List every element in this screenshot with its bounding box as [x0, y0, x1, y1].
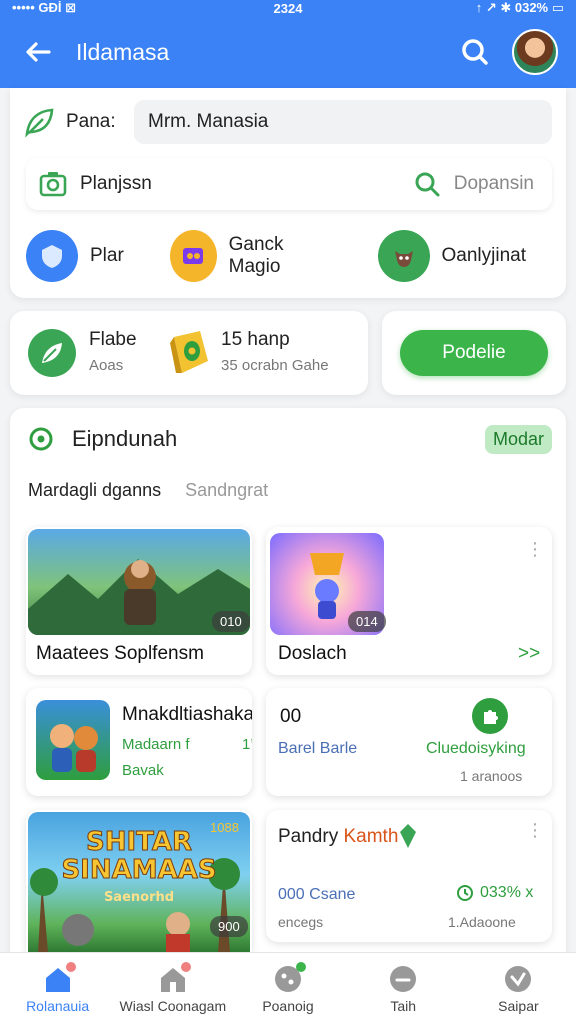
place-label: Planjssn	[80, 173, 152, 194]
place-action-label: Dopansin	[453, 173, 534, 194]
gem-icon	[169, 230, 217, 282]
category-label: Oanlyjinat	[441, 245, 527, 266]
category-row: Plar Ganck Magio Oanlyjinat	[26, 228, 552, 284]
more-icon[interactable]: ⋮	[526, 539, 544, 560]
place-action[interactable]: Dopansin	[412, 169, 534, 199]
promo-detail: 35 ocrabn Gahe	[221, 357, 329, 374]
search-button[interactable]	[458, 35, 492, 69]
search-icon	[415, 172, 440, 197]
nav-label: Poanoig	[262, 997, 314, 1014]
category-item[interactable]: Oanlyjinat	[377, 230, 527, 282]
search-icon	[462, 39, 488, 65]
bottom-nav: Rolanauia Wiasl Coonagam Poanoig Taih Sa…	[0, 952, 576, 1024]
name-label: Pana:	[66, 111, 116, 132]
tile-subtitle: 000 Csane	[278, 886, 356, 903]
tile-title-a: Pandry	[278, 826, 339, 847]
status-time: 2324	[273, 0, 303, 16]
game-thumbnail	[36, 700, 110, 780]
tile-meta: 1 aranoos	[460, 768, 523, 784]
tile-title: 00	[280, 706, 302, 727]
nav-label: Rolanauia	[26, 997, 90, 1014]
play-button[interactable]: Podelie	[400, 330, 548, 376]
game-tile[interactable]: Pandry Kamth ⋮ 000 Csane 033% x encegs 1…	[266, 810, 552, 942]
game-tile[interactable]: 00 Barel Barle Cluedoisyking 1 aranoos	[266, 688, 552, 796]
banner-line: Saenorhd	[103, 890, 175, 905]
section-title: Eipndunah	[72, 426, 178, 451]
category-item[interactable]: Plar	[26, 230, 124, 282]
name-row: Pana: Mrm. Manasia	[22, 100, 552, 144]
promo-subtitle: Aoas	[89, 357, 124, 374]
status-bar: ••••• GĐİ ⊠ 2324 ↑ ↗ ✱ 032% ▭	[0, 0, 576, 16]
store-icon	[157, 961, 191, 994]
chevron-right-icon[interactable]: >>	[518, 643, 540, 665]
promo-card[interactable]: Flabe Aoas 15 hanp 35 ocrabn Gahe	[10, 311, 368, 395]
home-icon	[42, 961, 76, 994]
tile-meta: encegs	[278, 914, 324, 930]
tab-active[interactable]: Mardagli dganns	[28, 480, 161, 501]
section-header: Eipndunah Modar	[28, 424, 552, 454]
section-badge[interactable]: Modar	[484, 424, 552, 454]
tile-title: Pandry Kamth	[278, 826, 398, 848]
section-tabs: Mardagli dganns Sandngrat	[28, 480, 268, 501]
banner-line: SINAMAAS	[61, 855, 217, 885]
tab-other[interactable]: Sandngrat	[185, 480, 268, 501]
page-title: Ildamasa	[76, 38, 170, 65]
back-button[interactable]	[0, 16, 76, 88]
nav-chat[interactable]: Taih	[346, 953, 461, 1024]
nav-game[interactable]: Poanoig	[230, 953, 345, 1024]
tile-subtitle: Barel Barle	[278, 740, 358, 757]
game-icon	[272, 961, 306, 994]
tile-score: 033% x	[456, 884, 533, 902]
coin-icon	[164, 327, 212, 377]
chat-icon	[387, 964, 419, 994]
leaf-badge-icon	[28, 329, 76, 377]
tile-score-value: 033% x	[480, 884, 534, 901]
game-tile[interactable]: 014 ⋮ Doslach >>	[266, 527, 552, 675]
puzzle-icon	[472, 698, 508, 734]
tile-line: Bavak	[122, 762, 164, 779]
game-tile[interactable]: SHITAR SINAMAAS Saenorhd 1088 900	[26, 810, 252, 952]
tile-count: 900	[210, 916, 248, 937]
leaf-icon	[22, 105, 56, 139]
app-bar: Ildamasa	[0, 16, 576, 88]
tile-line-right: 1’	[242, 736, 252, 753]
target-icon	[29, 427, 53, 451]
more-icon[interactable]: ⋮	[526, 820, 544, 841]
gem-icon	[398, 822, 418, 855]
tile-corner: 1088	[210, 820, 239, 835]
place-row[interactable]: Planjssn Dopansin	[26, 158, 552, 210]
creature-icon	[377, 230, 430, 282]
promo-action-card: Podelie	[382, 311, 566, 395]
game-tile[interactable]: Mnakdltiashaka Madaarn f 1’ Bavak	[26, 688, 252, 796]
shield-icon	[26, 230, 78, 282]
camera-icon	[36, 167, 70, 201]
nav-label: Taih	[390, 997, 417, 1014]
avatar[interactable]	[512, 29, 558, 75]
name-field[interactable]: Mrm. Manasia	[134, 100, 552, 144]
nav-favorites[interactable]: Saipar	[461, 953, 576, 1024]
tile-title-b: Kamth	[343, 826, 399, 847]
arrow-left-icon	[26, 42, 51, 62]
banner-title: SHITAR SINAMAAS Saenorhd	[26, 828, 252, 912]
category-item[interactable]: Ganck Magio	[169, 230, 330, 282]
category-label: Ganck Magio	[228, 234, 284, 277]
clock-icon	[457, 885, 473, 901]
tile-count: 010	[212, 611, 250, 632]
nav-label: Saipar	[498, 997, 539, 1014]
tile-title: Maatees Soplfensm	[36, 643, 204, 664]
promo-title: Flabe	[89, 329, 137, 350]
nav-label: Wiasl Coonagam	[119, 997, 227, 1014]
tile-title: Doslach	[278, 643, 347, 664]
tile-meta: 1.Adaoone	[448, 914, 516, 930]
nav-store[interactable]: Wiasl Coonagam	[115, 953, 230, 1024]
tile-status: Cluedoisyking	[426, 740, 526, 757]
tile-count: 014	[348, 611, 386, 632]
heart-icon	[502, 964, 534, 994]
nav-home[interactable]: Rolanauia	[0, 953, 115, 1024]
promo-amount: 15 hanp	[221, 329, 290, 350]
category-label: Plar	[90, 245, 124, 266]
game-tile[interactable]: 010 Maatees Soplfensm	[26, 527, 252, 675]
tile-title: Mnakdltiashaka	[122, 704, 252, 725]
tile-line: Madaarn f	[122, 736, 190, 753]
